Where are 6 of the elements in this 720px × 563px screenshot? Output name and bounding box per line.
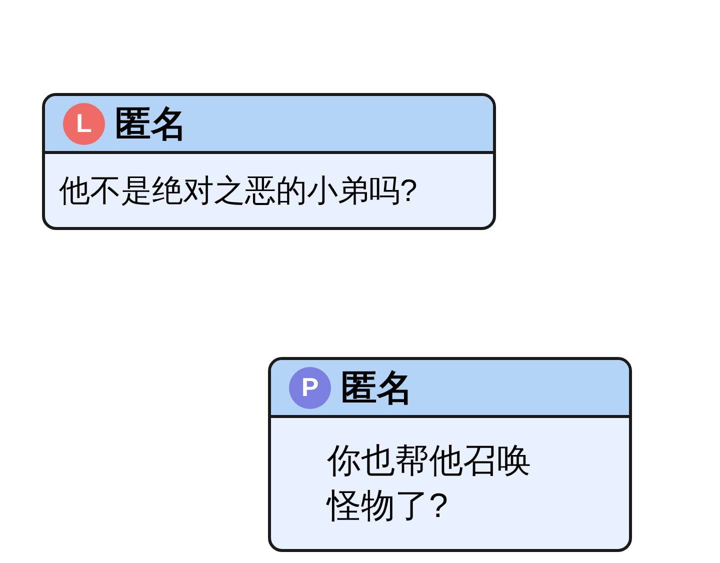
avatar: L: [63, 102, 105, 144]
avatar: P: [289, 366, 331, 408]
sender-name: 匿名: [115, 106, 187, 142]
sender-name: 匿名: [341, 370, 413, 406]
message-text: 你也帮他召唤怪物了?: [327, 440, 532, 526]
message-text: 他不是绝对之恶的小弟吗?: [59, 172, 418, 208]
